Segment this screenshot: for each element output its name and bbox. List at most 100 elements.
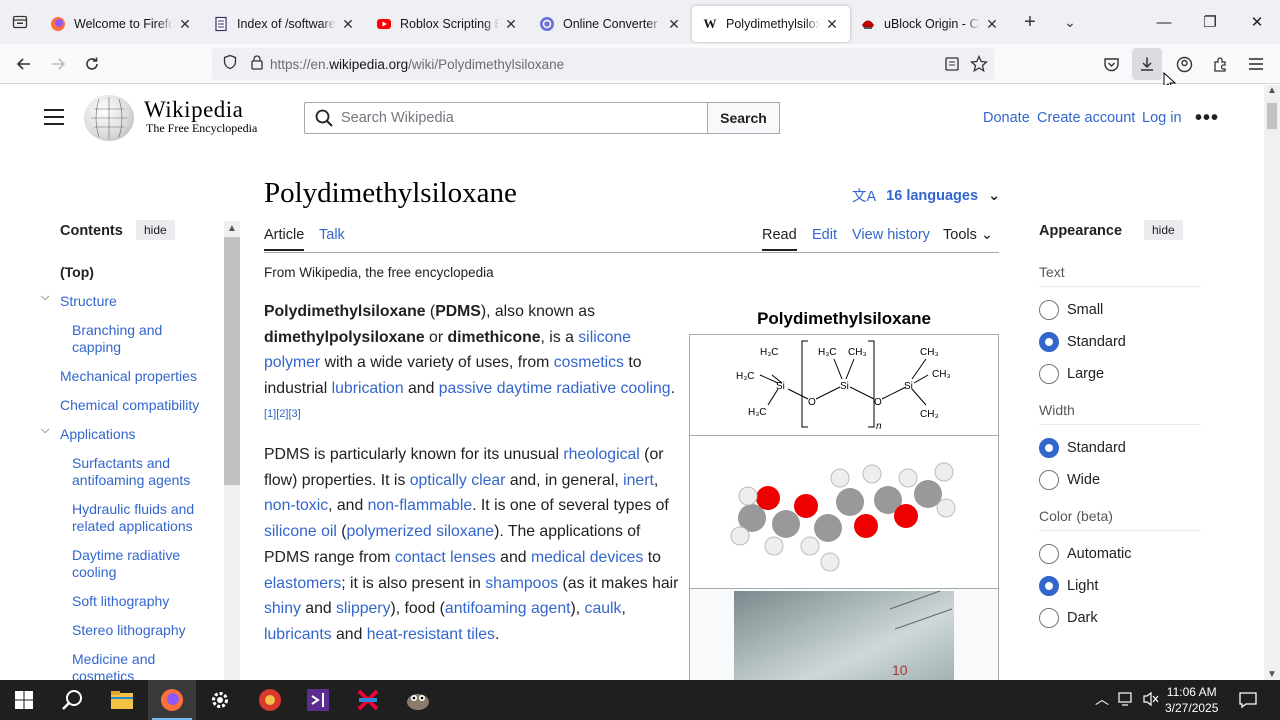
close-tab-icon[interactable]: ✕ — [340, 16, 356, 33]
close-tab-icon[interactable]: ✕ — [503, 16, 519, 33]
app-red-icon[interactable] — [246, 680, 294, 720]
system-clock[interactable]: 11:06 AM 3/27/2025 — [1165, 684, 1218, 716]
toc-item-mechanical[interactable]: Mechanical properties — [60, 368, 220, 385]
toc-item-branching[interactable]: Branching and capping — [72, 322, 192, 356]
browser-tab-2[interactable]: Roblox Scripting Be ✕ — [366, 6, 529, 42]
toc-item-applications[interactable]: Applications — [60, 426, 136, 443]
link-cosmetics[interactable]: cosmetics — [554, 354, 624, 371]
app-blue-red-icon[interactable] — [344, 680, 392, 720]
lock-icon[interactable] — [250, 54, 264, 75]
close-tab-icon[interactable]: ✕ — [666, 16, 682, 33]
file-explorer-icon[interactable] — [98, 680, 146, 720]
browser-tab-5[interactable]: uBlock Origin - Chr ✕ — [850, 6, 1010, 42]
appearance-hide-button[interactable]: hide — [1144, 220, 1183, 240]
radio-text-standard[interactable] — [1039, 332, 1059, 352]
toc-item-stereo-litho[interactable]: Stereo lithography — [72, 622, 186, 639]
account-icon[interactable] — [1176, 56, 1193, 78]
chevron-down-icon[interactable]: ⌵ — [41, 291, 49, 304]
pocket-icon[interactable] — [1103, 56, 1120, 77]
page-scrollbar[interactable]: ▲ ▼ — [1264, 85, 1280, 680]
reload-icon[interactable] — [75, 48, 109, 80]
bookmark-star-icon[interactable] — [969, 54, 989, 78]
network-icon[interactable] — [1118, 691, 1136, 710]
downloads-icon[interactable] — [1132, 48, 1162, 80]
scroll-up-icon[interactable]: ▲ — [227, 223, 237, 234]
close-tab-icon[interactable]: ✕ — [177, 16, 193, 33]
link-lubrication[interactable]: lubrication — [332, 380, 404, 397]
toc-scroll-thumb[interactable] — [224, 237, 240, 485]
restore-icon[interactable]: ❐ — [1187, 0, 1233, 44]
toc-hide-button[interactable]: hide — [136, 220, 175, 240]
close-window-icon[interactable]: ✕ — [1234, 0, 1280, 44]
tab-article[interactable]: Article — [264, 227, 305, 251]
tab-talk[interactable]: Talk — [319, 227, 345, 243]
molecule-3d-model-image[interactable] — [690, 436, 998, 589]
chevron-down-icon[interactable]: ⌄ — [1050, 0, 1090, 44]
structural-formula-image[interactable]: H₃C H₃C H₃C Si O H₃C CH₃ Si O Si CH₃ CH₃… — [690, 335, 998, 436]
firefox-taskbar-icon[interactable] — [148, 680, 196, 720]
tab-view-history[interactable]: View history — [852, 227, 930, 243]
scroll-down-icon[interactable]: ▼ — [1267, 669, 1277, 680]
radio-text-small[interactable] — [1039, 300, 1059, 320]
search-input[interactable]: Search Wikipedia — [304, 102, 708, 134]
link-contact-lenses[interactable]: contact lenses — [395, 549, 496, 566]
link-medical-devices[interactable]: medical devices — [531, 549, 643, 566]
link-slippery[interactable]: slippery — [336, 600, 390, 617]
menu-icon[interactable] — [1248, 57, 1264, 76]
url-bar[interactable]: https://en.wikipedia.org/wiki/Polydimeth… — [212, 48, 994, 80]
extensions-icon[interactable] — [1212, 56, 1229, 78]
search-icon[interactable] — [48, 680, 96, 720]
minimize-icon[interactable]: — — [1141, 0, 1187, 44]
link-antifoaming-agent[interactable]: antifoaming agent — [445, 600, 571, 617]
toc-item-surfactants[interactable]: Surfactants and antifoaming agents — [72, 455, 212, 489]
link-heat-resistant-tiles[interactable]: heat-resistant tiles — [367, 626, 495, 643]
log-in-link[interactable]: Log in — [1142, 110, 1182, 126]
wikipedia-globe-logo[interactable] — [84, 95, 134, 141]
forward-icon[interactable] — [41, 48, 75, 80]
tab-read[interactable]: Read — [762, 227, 797, 251]
gimp-icon[interactable] — [394, 680, 442, 720]
toc-item-hydraulic[interactable]: Hydraulic fluids and related application… — [72, 501, 212, 535]
link-passive-cooling[interactable]: passive daytime radiative cooling — [439, 380, 671, 397]
toc-item-medicine[interactable]: Medicine and cosmetics — [72, 651, 182, 680]
toc-item-chemical[interactable]: Chemical compatibility — [60, 397, 220, 414]
wikipedia-wordmark[interactable]: Wikipedia — [144, 97, 243, 123]
windows-start-icon[interactable] — [0, 680, 48, 720]
shield-icon[interactable] — [222, 54, 238, 75]
link-non-toxic[interactable]: non-toxic — [264, 497, 328, 514]
more-options-icon[interactable]: ••• — [1195, 107, 1219, 130]
link-rheological[interactable]: rheological — [563, 446, 639, 463]
toc-item-top[interactable]: (Top) — [60, 264, 94, 281]
link-optically-clear[interactable]: optically clear — [410, 472, 506, 489]
close-tab-icon[interactable]: ✕ — [984, 16, 1000, 33]
link-lubricants[interactable]: lubricants — [264, 626, 332, 643]
link-elastomers[interactable]: elastomers — [264, 575, 341, 592]
scroll-up-icon[interactable]: ▲ — [1267, 85, 1277, 96]
tab-tools[interactable]: Tools ⌄ — [943, 227, 993, 243]
pdms-vial-photo[interactable]: 10 — [690, 589, 998, 680]
link-inert[interactable]: inert — [623, 472, 654, 489]
settings-gear-icon[interactable] — [196, 680, 244, 720]
link-shampoos[interactable]: shampoos — [485, 575, 558, 592]
chevron-down-icon[interactable]: ⌵ — [41, 424, 49, 437]
languages-button[interactable]: 文A 16 languages ⌄ — [852, 185, 1000, 206]
toc-item-daytime[interactable]: Daytime radiative cooling — [72, 547, 202, 581]
link-non-flammable[interactable]: non-flammable — [368, 497, 473, 514]
chevron-up-icon[interactable]: ︿ — [1095, 689, 1109, 709]
link-shiny[interactable]: shiny — [264, 600, 301, 617]
browser-tab-3[interactable]: Online Converter - ✕ — [529, 6, 692, 42]
link-caulk[interactable]: caulk — [585, 600, 622, 617]
radio-color-automatic[interactable] — [1039, 544, 1059, 564]
radio-width-wide[interactable] — [1039, 470, 1059, 490]
browser-tab-1[interactable]: Index of /software/v ✕ — [203, 6, 366, 42]
firefox-view-icon[interactable] — [0, 0, 40, 44]
tab-edit[interactable]: Edit — [812, 227, 837, 243]
visual-studio-icon[interactable] — [294, 680, 342, 720]
link-silicone-oil[interactable]: silicone oil — [264, 523, 337, 540]
close-tab-icon[interactable]: ✕ — [824, 16, 840, 33]
volume-muted-icon[interactable] — [1142, 691, 1160, 710]
url-text[interactable]: https://en.wikipedia.org/wiki/Polydimeth… — [270, 57, 564, 72]
search-button[interactable]: Search — [707, 102, 780, 134]
back-icon[interactable] — [7, 48, 41, 80]
radio-text-large[interactable] — [1039, 364, 1059, 384]
